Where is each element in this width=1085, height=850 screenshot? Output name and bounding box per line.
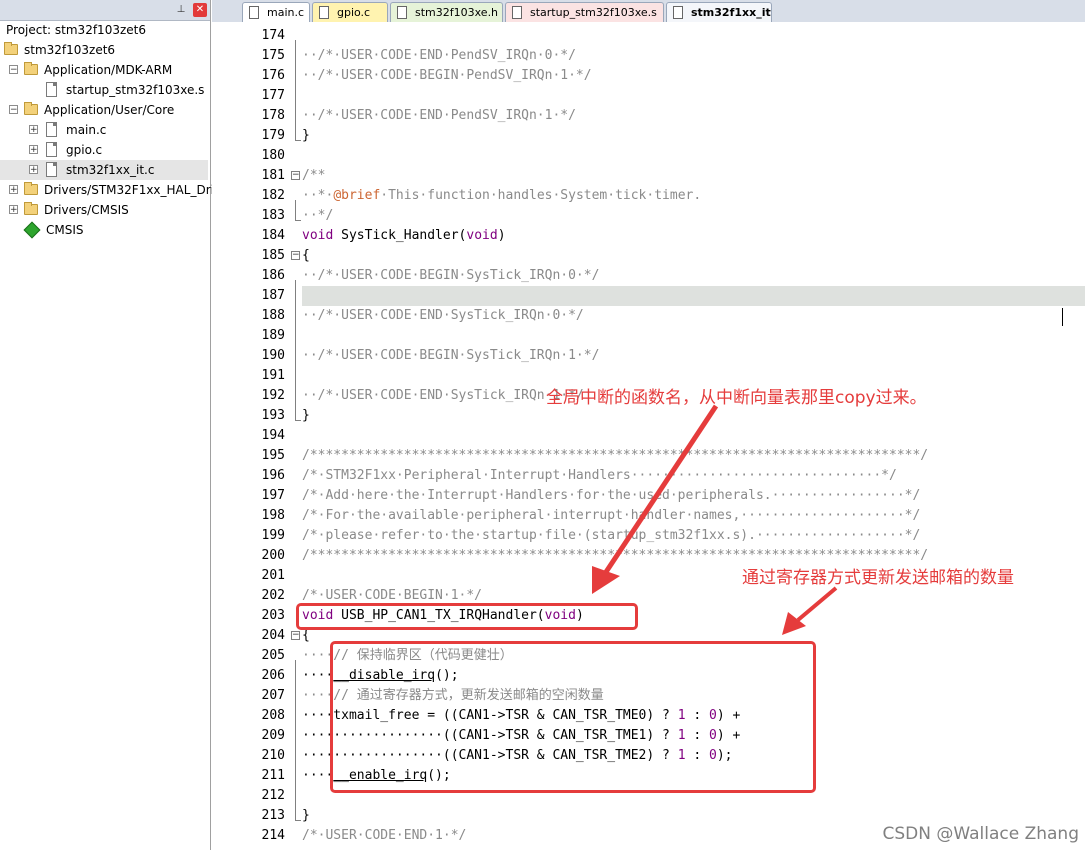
arrow-1 xyxy=(603,404,719,574)
watermark: CSDN @Wallace Zhang xyxy=(882,824,1080,844)
annotation-text-1: 全局中断的函数名，从中断向量表那里copy过来。 xyxy=(546,388,927,408)
arrow-2 xyxy=(796,586,838,622)
annotation-text-2: 通过寄存器方式更新发送邮箱的数量 xyxy=(742,568,1014,588)
annotation-arrows xyxy=(592,404,838,635)
